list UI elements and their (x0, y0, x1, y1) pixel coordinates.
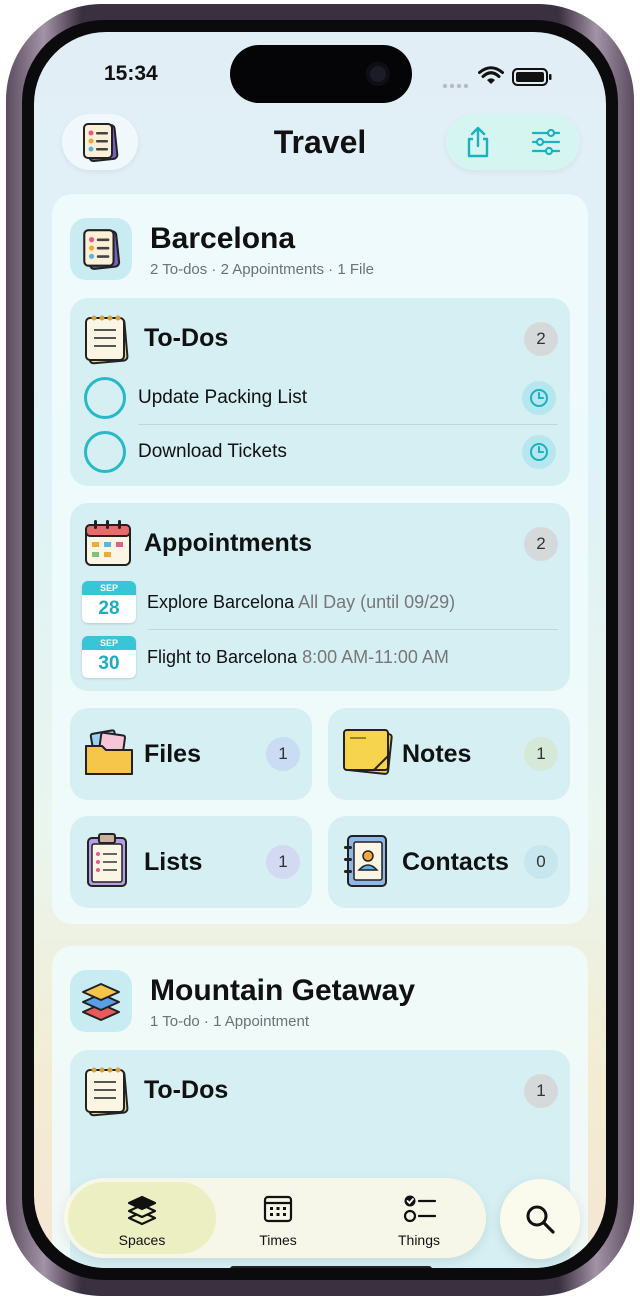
appointments-section[interactable]: Appointments 2 SEP 28 Explore Barcelona … (70, 503, 570, 691)
clipboard-list-icon (87, 833, 127, 887)
calendar-grid-icon (263, 1195, 293, 1223)
appointment-time: 8:00 AM-11:00 AM (302, 647, 449, 667)
address-book-icon (344, 835, 387, 887)
tab-things[interactable]: Things (354, 1178, 484, 1258)
dynamic-island (230, 45, 412, 103)
tile-count-badge: 0 (524, 845, 558, 879)
home-indicator (230, 1266, 432, 1268)
todo-divider (138, 424, 558, 425)
camera-icon (366, 62, 390, 86)
tab-label: Things (397, 1232, 441, 1248)
appointments-title: Appointments (144, 529, 313, 557)
clock-icon (530, 389, 548, 407)
checklist-notebook-icon (83, 229, 121, 270)
calendar-icon (85, 520, 131, 566)
todos-title: To-Dos (144, 324, 229, 352)
appointment-title: Flight to Barcelona (147, 647, 298, 667)
sticky-note-icon (343, 729, 393, 775)
todo-item[interactable]: Update Packing List (70, 372, 570, 424)
wifi-icon (478, 66, 504, 91)
todos-title: To-Dos (144, 1076, 229, 1104)
search-button[interactable] (500, 1179, 580, 1259)
sliders-icon (531, 129, 561, 155)
layers-icon (127, 1195, 157, 1226)
date-day: 28 (98, 598, 120, 619)
phone-bezel: 15:34 Travel Barcelona 2 To-dos · 2 Appo… (22, 20, 618, 1280)
space-icon (70, 218, 132, 280)
tab-label: Spaces (118, 1232, 166, 1248)
space-summary: 2 To-dos · 2 Appointments · 1 File (150, 261, 375, 278)
tile-count-badge: 1 (266, 737, 300, 771)
appointment-title: Explore Barcelona (147, 592, 295, 612)
todo-schedule-button[interactable] (522, 435, 556, 469)
appointments-count-badge: 2 (524, 527, 558, 561)
tile-count-badge: 1 (524, 737, 558, 771)
space-icon (70, 970, 132, 1032)
todo-notepad-icon (85, 315, 129, 365)
tile-label: Contacts (402, 848, 509, 876)
tile-label: Lists (144, 848, 203, 876)
phone-frame: 15:34 Travel Barcelona 2 To-dos · 2 Appo… (6, 4, 634, 1296)
folder-icon (85, 729, 133, 775)
layers-stack-icon (82, 983, 120, 1021)
space-summary: 1 To-do · 1 Appointment (150, 1013, 309, 1030)
todos-count-badge: 2 (524, 322, 558, 356)
header-actions (446, 114, 580, 170)
todo-notepad-icon (85, 1067, 129, 1117)
date-month: SEP (82, 581, 136, 595)
appointment-item[interactable]: SEP 30 Flight to Barcelona 8:00 AM-11:00… (70, 634, 570, 680)
space-name: Mountain Getaway (150, 974, 416, 1007)
date-badge: SEP 28 (82, 581, 136, 623)
filter-button[interactable] (528, 124, 564, 160)
tab-bar: Spaces Times Things (64, 1178, 486, 1258)
tab-times[interactable]: Times (204, 1178, 352, 1258)
tile-label: Notes (402, 740, 472, 768)
todo-item[interactable]: Download Tickets (70, 426, 570, 478)
appointment-text: Flight to Barcelona 8:00 AM-11:00 AM (147, 647, 449, 668)
status-time: 15:34 (104, 62, 158, 85)
signal-icon (442, 76, 470, 89)
tile-count-badge: 1 (266, 845, 300, 879)
lists-tile[interactable]: Lists 1 (70, 816, 312, 908)
notes-tile[interactable]: Notes 1 (328, 708, 570, 800)
appointment-time: All Day (until 09/29) (298, 592, 456, 612)
clock-icon (530, 443, 548, 461)
screen: 15:34 Travel Barcelona 2 To-dos · 2 Appo… (34, 32, 606, 1268)
share-icon (467, 126, 489, 158)
share-button[interactable] (460, 124, 496, 160)
todos-section[interactable]: To-Dos 2 Update Packing List Download Ti… (70, 298, 570, 486)
search-icon (526, 1205, 555, 1234)
todo-checkbox[interactable] (84, 377, 126, 419)
todo-checkbox[interactable] (84, 431, 126, 473)
todos-count-badge: 1 (524, 1074, 558, 1108)
date-month: SEP (82, 636, 136, 650)
space-name: Barcelona (150, 222, 296, 255)
contacts-tile[interactable]: Contacts 0 (328, 816, 570, 908)
tab-spaces[interactable]: Spaces (68, 1178, 216, 1258)
date-badge: SEP 30 (82, 636, 136, 678)
appointment-divider (148, 629, 558, 630)
files-tile[interactable]: Files 1 (70, 708, 312, 800)
appointment-text: Explore Barcelona All Day (until 09/29) (147, 592, 455, 613)
date-day: 30 (98, 653, 120, 674)
todo-schedule-button[interactable] (522, 381, 556, 415)
checklist-icon (403, 1195, 437, 1223)
todo-label: Update Packing List (138, 387, 307, 408)
space-card-barcelona[interactable]: Barcelona 2 To-dos · 2 Appointments · 1 … (52, 194, 588, 924)
tile-label: Files (144, 740, 201, 768)
tab-label: Times (259, 1232, 297, 1248)
battery-icon (512, 68, 552, 91)
todo-label: Download Tickets (138, 441, 287, 462)
appointment-item[interactable]: SEP 28 Explore Barcelona All Day (until … (70, 579, 570, 625)
